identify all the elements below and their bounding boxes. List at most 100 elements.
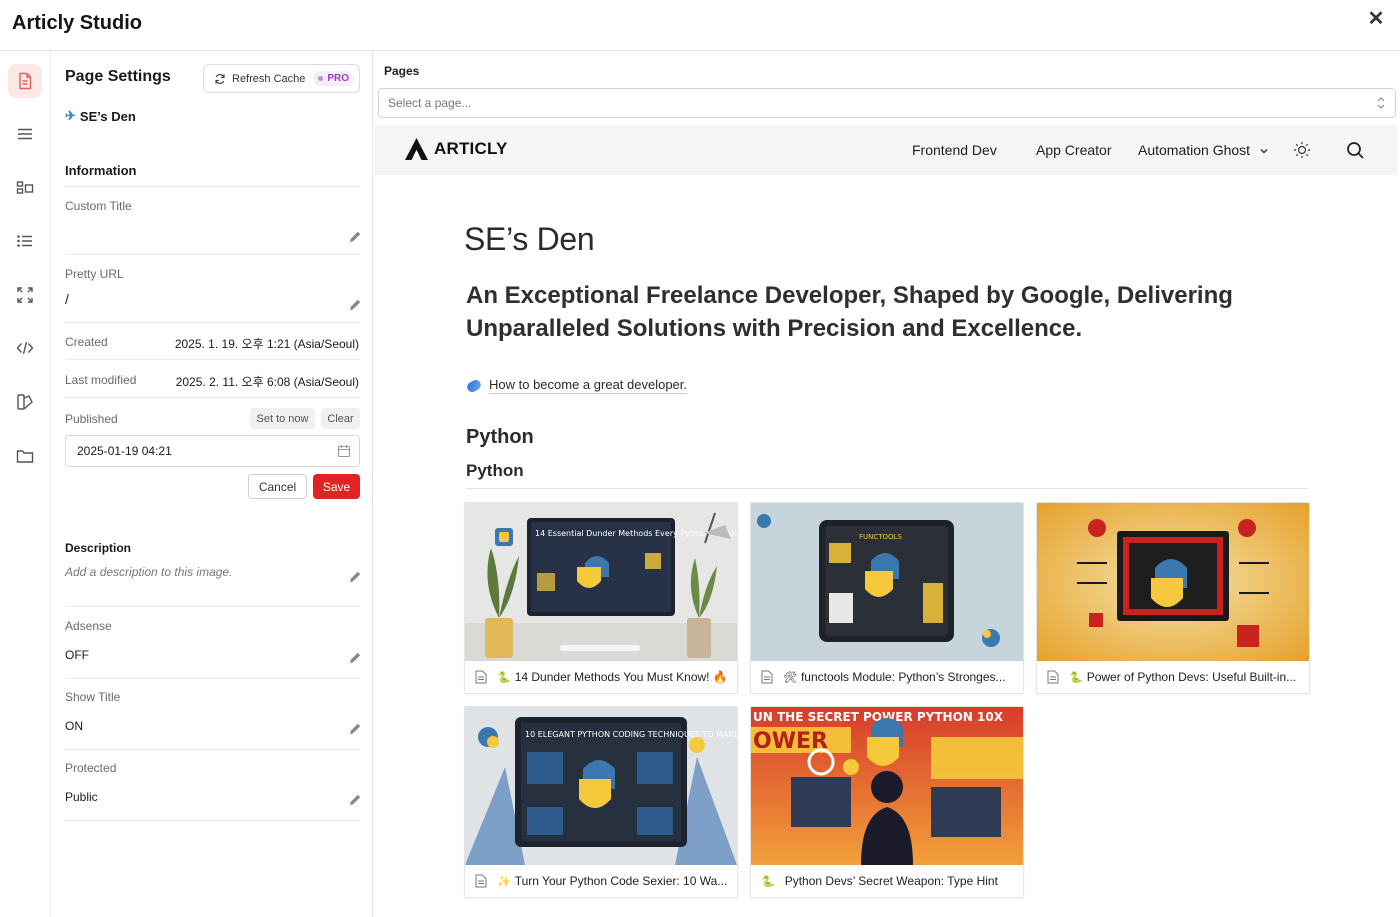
sun-icon[interactable] <box>1293 141 1311 159</box>
callout-text: How to become a great developer. <box>489 377 688 394</box>
chevron-down-icon <box>1260 149 1268 154</box>
description-placeholder[interactable]: Add a description to this image. <box>65 565 232 579</box>
post-title-text: Power of Python Devs: Useful Built-in... <box>1086 670 1297 684</box>
articly-studio-window: Articly Studio ✕ Page Settings Refresh C… <box>0 0 1400 917</box>
post-title: 🛠 functools Module: Python’s Stronges... <box>751 661 1023 693</box>
divider <box>65 254 360 255</box>
post-card[interactable]: UN THE SECRET POWER PYTHON 10X OWER 🐍 Py… <box>750 706 1024 898</box>
divider <box>65 186 360 187</box>
save-button[interactable]: Save <box>313 474 360 499</box>
main-area: Pages Select a page... ARTICLY Frontend … <box>373 51 1400 917</box>
pro-badge: PRO <box>313 71 355 86</box>
edit-description-icon[interactable] <box>349 570 362 583</box>
code-icon[interactable] <box>8 331 42 365</box>
menu-icon[interactable] <box>8 117 42 151</box>
edit-adsense-icon[interactable] <box>349 651 362 664</box>
panel-title: Page Settings <box>65 68 171 85</box>
published-label: Published <box>65 412 118 426</box>
published-date-input[interactable]: 2025-01-19 04:21 <box>65 435 360 467</box>
nav-automation-ghost-label: Automation Ghost <box>1138 142 1251 158</box>
nav-automation-ghost[interactable]: Automation Ghost <box>1138 142 1269 158</box>
created-value: 2025. 1. 19. 오후 1:21 (Asia/Seoul) <box>174 337 359 351</box>
pages-label: Pages <box>384 64 420 78</box>
page-select[interactable]: Select a page... <box>378 88 1396 118</box>
post-thumbnail <box>1037 503 1309 661</box>
snake-emoji: 🐍 <box>761 875 775 888</box>
expand-icon[interactable] <box>8 278 42 312</box>
layout-icon[interactable] <box>8 171 42 205</box>
post-title: 🐍 14 Dunder Methods You Must Know! 🔥 <box>465 661 737 693</box>
protected-value: Public <box>65 790 98 804</box>
divider <box>65 820 360 821</box>
thumbnail-text: 10 ELEGANT PYTHON CODING TECHNIQUES TO M… <box>525 730 737 739</box>
snake-emoji: 🐍 <box>1069 671 1083 684</box>
post-card[interactable]: 🐍 Power of Python Devs: Useful Built-in.… <box>1036 502 1310 694</box>
created-label: Created <box>65 335 108 349</box>
app-title: Articly Studio <box>12 12 143 34</box>
post-title-text: Python Devs’ Secret Weapon: Type Hint <box>784 874 998 888</box>
page-preview: ARTICLY Frontend Dev App Creator Automat… <box>375 125 1398 917</box>
published-date-value: 2025-01-19 04:21 <box>77 444 172 458</box>
post-title: 🐍 Power of Python Devs: Useful Built-in.… <box>1037 661 1309 693</box>
page-icon[interactable] <box>8 64 42 98</box>
post-title: ✨ Turn Your Python Code Sexier: 10 Wa... <box>465 865 737 897</box>
site-navbar: ARTICLY Frontend Dev App Creator Automat… <box>375 125 1398 175</box>
edit-show-title-icon[interactable] <box>349 722 362 735</box>
articly-logo-icon <box>405 138 428 160</box>
post-title-text: Turn Your Python Code Sexier: 10 Wa... <box>514 874 728 888</box>
protected-label: Protected <box>65 761 117 775</box>
edit-custom-title-icon[interactable] <box>349 230 362 243</box>
articly-logo[interactable]: ARTICLY <box>403 137 508 161</box>
clear-button[interactable]: Clear <box>321 408 360 429</box>
pill-icon <box>465 377 483 394</box>
edit-protected-icon[interactable] <box>349 793 362 806</box>
post-thumbnail: 10 ELEGANT PYTHON CODING TECHNIQUES TO M… <box>465 707 737 865</box>
information-heading: Information <box>65 163 137 178</box>
divider <box>466 488 1308 489</box>
close-icon[interactable]: ✕ <box>1364 8 1388 32</box>
post-card[interactable]: FUNCTOOLS 🛠 functools Module: Python’s S… <box>750 502 1024 694</box>
search-icon[interactable] <box>1346 141 1364 159</box>
post-title: 🐍 Python Devs’ Secret Weapon: Type Hint <box>751 865 1023 897</box>
post-thumbnail: FUNCTOOLS <box>751 503 1023 661</box>
chevron-updown-icon <box>1377 97 1385 109</box>
show-title-value: ON <box>65 719 83 733</box>
tools-emoji: 🛠 <box>783 671 797 684</box>
document-icon <box>475 874 487 888</box>
cancel-button[interactable]: Cancel <box>248 474 307 499</box>
edit-pretty-url-icon[interactable] <box>349 298 362 311</box>
site-name: ✈ SE’s Den <box>65 108 136 124</box>
callout-link[interactable]: How to become a great developer. <box>465 377 688 394</box>
site-name-text: SE’s Den <box>79 108 136 124</box>
divider <box>65 678 360 679</box>
post-thumbnail: 14 Essential Dunder Methods Every Python… <box>465 503 737 661</box>
divider <box>65 322 360 323</box>
calendar-icon[interactable] <box>337 444 351 458</box>
last-modified-value: 2025. 2. 11. 오후 6:08 (Asia/Seoul) <box>175 375 359 389</box>
refresh-cache-button[interactable]: Refresh Cache PRO <box>203 64 360 93</box>
page-settings-panel: Page Settings Refresh Cache PRO ✈ SE’s D… <box>51 51 373 917</box>
document-icon <box>1047 670 1059 684</box>
post-title-text: 14 Dunder Methods You Must Know! 🔥 <box>514 670 728 684</box>
refresh-icon <box>215 73 225 84</box>
custom-title-label: Custom Title <box>65 199 132 213</box>
post-card[interactable]: 14 Essential Dunder Methods Every Python… <box>464 502 738 694</box>
post-card[interactable]: 10 ELEGANT PYTHON CODING TECHNIQUES TO M… <box>464 706 738 898</box>
divider <box>65 606 360 607</box>
page-subtitle: An Exceptional Freelance Developer, Shap… <box>466 282 1233 342</box>
set-to-now-button[interactable]: Set to now <box>250 408 315 429</box>
pro-label: PRO <box>327 73 350 84</box>
airplane-icon: ✈ <box>65 108 76 123</box>
nav-frontend-dev[interactable]: Frontend Dev <box>912 142 997 158</box>
title-bar: Articly Studio ✕ <box>0 0 1400 51</box>
nav-app-creator[interactable]: App Creator <box>1036 142 1111 158</box>
theme-icon[interactable] <box>8 385 42 419</box>
pretty-url-label: Pretty URL <box>65 267 124 281</box>
list-icon[interactable] <box>8 224 42 258</box>
divider <box>65 397 360 398</box>
page-title: SE’s Den <box>464 221 595 257</box>
last-modified-label: Last modified <box>65 373 137 387</box>
subsection-heading: Python <box>466 461 524 480</box>
left-rail <box>0 51 51 917</box>
folder-icon[interactable] <box>8 439 42 473</box>
